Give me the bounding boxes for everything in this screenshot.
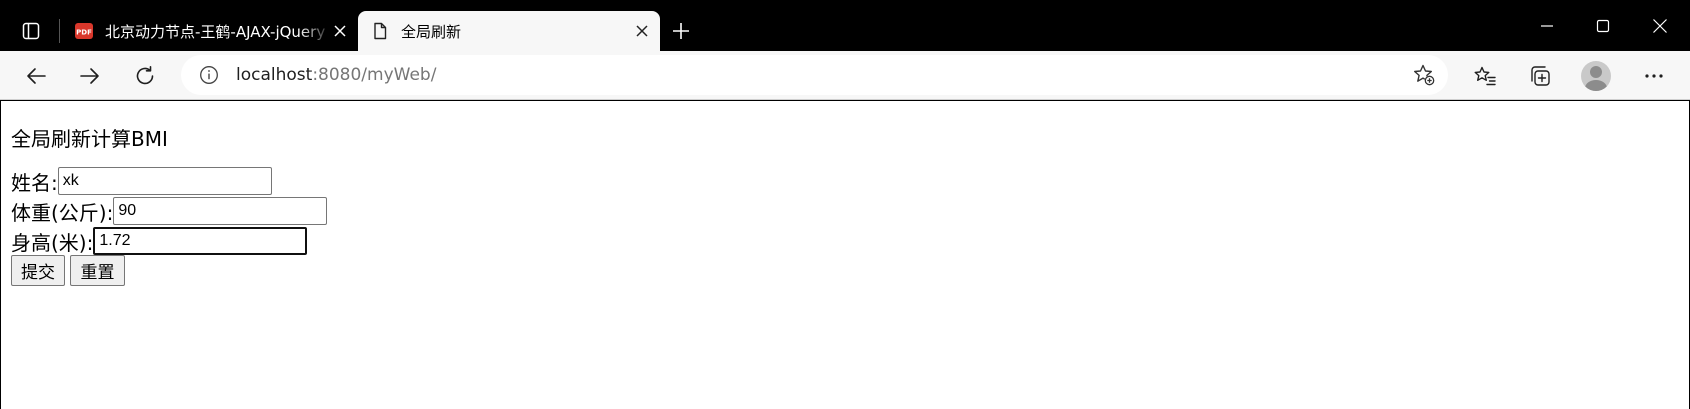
- pdf-icon: PDF: [74, 21, 94, 41]
- page-content: 全局刷新计算BMI 姓名: 体重(公斤): 身高(米): 提交 重置: [1, 101, 1689, 409]
- favorites-icon: [1473, 64, 1497, 88]
- tab-separator: [59, 19, 60, 43]
- collections-button[interactable]: [1522, 58, 1558, 94]
- arrow-left-icon: [25, 65, 47, 87]
- info-icon[interactable]: [199, 65, 219, 85]
- page-icon: [370, 21, 390, 41]
- height-label: 身高(米):: [11, 230, 94, 255]
- page-heading: 全局刷新计算BMI: [11, 127, 168, 151]
- weight-label: 体重(公斤):: [11, 200, 114, 225]
- collections-icon: [1528, 64, 1552, 88]
- minimize-button[interactable]: [1519, 0, 1575, 51]
- height-row: 身高(米):: [11, 227, 308, 255]
- more-icon: [1643, 65, 1665, 87]
- refresh-icon: [134, 65, 156, 87]
- tab-title: 北京动力节点-王鹤-AJAX-jQuery: [105, 23, 326, 41]
- settings-menu-button[interactable]: [1636, 58, 1672, 94]
- reset-button[interactable]: 重置: [70, 255, 125, 286]
- browser-toolbar: localhost:8080/myWeb/: [0, 51, 1690, 100]
- favorites-button[interactable]: [1467, 58, 1503, 94]
- tab-active[interactable]: 全局刷新: [358, 11, 660, 51]
- maximize-button[interactable]: [1575, 0, 1631, 51]
- address-bar[interactable]: localhost:8080/myWeb/: [181, 55, 1448, 95]
- back-button[interactable]: [18, 58, 54, 94]
- forward-button[interactable]: [72, 58, 108, 94]
- url-host: localhost: [236, 65, 313, 85]
- avatar: [1581, 61, 1611, 91]
- weight-input[interactable]: [113, 197, 328, 225]
- new-tab-button[interactable]: [665, 15, 697, 47]
- tab-title: 全局刷新: [401, 23, 462, 41]
- height-input[interactable]: [93, 227, 308, 255]
- refresh-button[interactable]: [127, 58, 163, 94]
- name-label: 姓名:: [11, 170, 58, 195]
- minimize-icon: [1540, 19, 1554, 33]
- star-add-icon: [1412, 63, 1436, 87]
- profile-button[interactable]: [1578, 58, 1614, 94]
- title-bar: PDF 北京动力节点-王鹤-AJAX-jQuery 全局刷新: [0, 0, 1690, 51]
- tab-actions-button[interactable]: [14, 14, 48, 48]
- arrow-right-icon: [79, 65, 101, 87]
- plus-icon: [671, 21, 691, 41]
- name-input[interactable]: [57, 167, 272, 195]
- maximize-icon: [1596, 19, 1610, 33]
- submit-button[interactable]: 提交: [11, 255, 65, 286]
- close-icon[interactable]: [630, 19, 654, 43]
- weight-row: 体重(公斤):: [11, 197, 328, 225]
- tab-actions-icon: [22, 22, 40, 40]
- address-url[interactable]: localhost:8080/myWeb/: [236, 64, 436, 86]
- add-favorite-button[interactable]: [1410, 61, 1438, 89]
- svg-text:PDF: PDF: [76, 29, 92, 37]
- name-row: 姓名:: [11, 167, 272, 195]
- url-path: :8080/myWeb/: [312, 65, 437, 85]
- close-icon: [1652, 18, 1668, 34]
- window-close-button[interactable]: [1632, 0, 1688, 51]
- tab-pdf[interactable]: PDF 北京动力节点-王鹤-AJAX-jQuery: [62, 11, 358, 51]
- close-icon[interactable]: [328, 19, 352, 43]
